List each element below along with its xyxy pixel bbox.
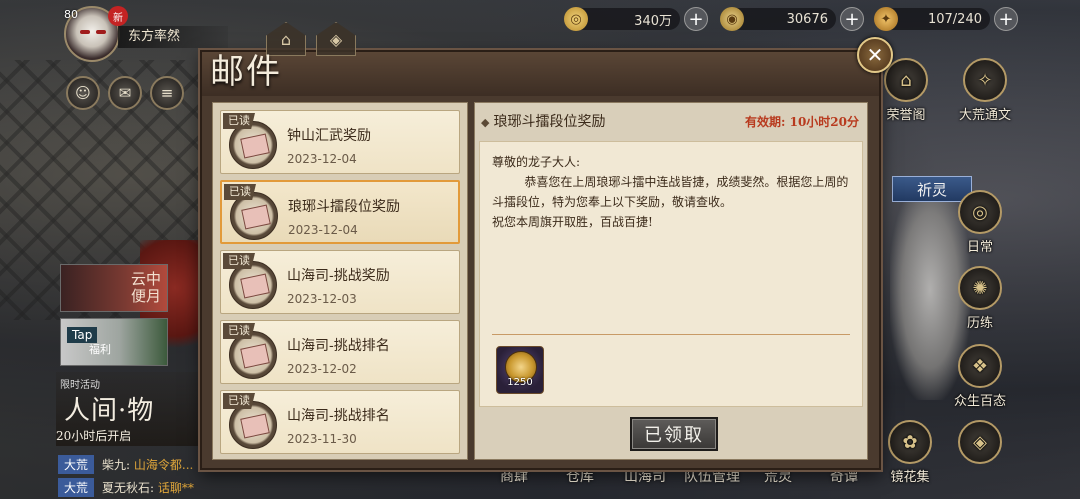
- eye-tab-icon[interactable]: ◈: [316, 22, 356, 56]
- mail-dialog: ⌂ ◈ 邮件 已读 钟山汇武奖励 2023-12-04 已读 琅琊斗擂段位奖励 …: [200, 22, 881, 470]
- dahuang-label: 大荒通文: [958, 108, 1011, 123]
- emblem-icon: ◈: [958, 420, 1002, 464]
- avatar-eye: [80, 30, 90, 34]
- resource-gem: 30676 ◉ +: [720, 6, 864, 32]
- chat-sender: 柴九:: [102, 457, 131, 472]
- resource-coin: 340万 ◎ +: [564, 6, 708, 32]
- mail-subject: 山海司-挑战奖励: [287, 268, 390, 284]
- training-label: 历练: [966, 316, 993, 331]
- mail-greeting: 尊敬的龙子大人:: [492, 155, 581, 169]
- avatar-eye: [96, 30, 106, 34]
- training-icon: ✺: [958, 266, 1002, 310]
- mail-subject: 山海司-挑战排名: [287, 338, 390, 354]
- read-badge: 已读: [223, 323, 255, 339]
- mail-list-item[interactable]: 已读 山海司-挑战奖励 2023-12-03: [220, 250, 460, 314]
- resource-stamina: 107/240 ✦ +: [874, 6, 1018, 32]
- mail-date: 2023-11-30: [287, 432, 357, 446]
- promo2-text: 福利: [89, 343, 111, 356]
- mail-list[interactable]: 已读 钟山汇武奖励 2023-12-04 已读 琅琊斗擂段位奖励 2023-12…: [212, 102, 468, 460]
- player-level: 80: [64, 8, 78, 21]
- gem-icon: ◉: [720, 7, 744, 31]
- chat-message: 山海令都...: [133, 457, 194, 472]
- diamond-icon: ◆: [481, 116, 490, 129]
- honor-label: 荣誉阁: [886, 108, 926, 123]
- mail-list-item-selected[interactable]: 已读 琅琊斗擂段位奖励 2023-12-04: [220, 180, 460, 244]
- mail-titlebar: ⌂ ◈ 邮件: [202, 22, 879, 96]
- chat-line[interactable]: 大荒 柴九: 山海令都...: [58, 454, 193, 474]
- add-gem-button[interactable]: +: [840, 7, 864, 31]
- mail-detail: ◆ 琅琊斗擂段位奖励 有效期: 10小时20分 尊敬的龙子大人: 恭喜您在上周琅琊…: [474, 102, 868, 460]
- envelope-icon: ✉: [118, 84, 132, 102]
- mail-list-item[interactable]: 已读 钟山汇武奖励 2023-12-04: [220, 110, 460, 174]
- read-badge: 已读: [223, 113, 255, 129]
- stamina-icon: ✦: [874, 7, 898, 31]
- chat-channel: 大荒: [58, 477, 95, 497]
- mail-subject: 山海司-挑战排名: [287, 408, 390, 424]
- mail-body: 尊敬的龙子大人: 恭喜您在上周琅琊斗擂中连战皆捷，成绩斐然。根据您上周的斗擂段位…: [479, 141, 863, 407]
- event-small-label: 限时活动: [60, 380, 100, 391]
- promo-banner-1[interactable]: 云中 便月: [60, 264, 168, 312]
- close-icon: ✕: [866, 43, 884, 67]
- scroll-icon: ✧: [963, 58, 1007, 102]
- divider: [492, 334, 850, 335]
- chat-sender: 夏无秋石:: [102, 480, 155, 495]
- chat-line[interactable]: 大荒 夏无秋石: 话聊**: [58, 477, 194, 497]
- friends-button[interactable]: ☺: [66, 76, 100, 110]
- add-coin-button[interactable]: +: [684, 7, 708, 31]
- mail-subject: 钟山汇武奖励: [287, 128, 371, 144]
- reward-quantity: 1250: [507, 377, 533, 388]
- detail-subject: 琅琊斗擂段位奖励: [493, 114, 606, 130]
- claimed-button[interactable]: 已领取: [630, 417, 718, 451]
- close-button[interactable]: ✕: [857, 37, 893, 73]
- mail-date: 2023-12-04: [288, 223, 358, 237]
- event-banner[interactable]: 限时活动 人间·物 20小时后开启: [56, 372, 204, 446]
- notes-button[interactable]: ≡: [150, 76, 184, 110]
- mirror-icon: ✿: [888, 420, 932, 464]
- training-button[interactable]: ✺ 历练: [950, 266, 1010, 331]
- honor-icon: ⌂: [884, 58, 928, 102]
- coin-icon: ◎: [564, 7, 588, 31]
- event-title: 人间·物: [64, 396, 155, 426]
- creatures-label: 众生百态: [953, 394, 1006, 409]
- mail-closing: 祝您本周旗开取胜，百战百捷!: [492, 215, 653, 229]
- add-stamina-button[interactable]: +: [994, 7, 1018, 31]
- validity-timer: 有效期: 10小时20分: [744, 115, 859, 129]
- mail-shortcut-button[interactable]: ✉: [108, 76, 142, 110]
- event-countdown: 20小时后开启: [56, 429, 132, 443]
- mail-list-item[interactable]: 已读 山海司-挑战排名 2023-12-02: [220, 320, 460, 384]
- reward-item[interactable]: 1250: [496, 346, 544, 394]
- person-icon: ☺: [75, 84, 91, 102]
- read-badge: 已读: [223, 393, 255, 409]
- dahuang-button[interactable]: ✧ 大荒通文: [952, 58, 1018, 123]
- daily-button[interactable]: ◎ 日常: [950, 190, 1010, 255]
- extra-menu-button[interactable]: ◈: [950, 420, 1010, 466]
- daily-label: 日常: [966, 240, 993, 255]
- flowers-label: 镜花集: [890, 470, 930, 485]
- cards-icon: ❖: [958, 344, 1002, 388]
- chat-message: 话聊**: [157, 480, 194, 495]
- flowers-button[interactable]: ✿ 镜花集: [880, 420, 940, 485]
- notes-icon: ≡: [160, 84, 174, 102]
- mail-subject: 琅琊斗擂段位奖励: [288, 199, 400, 215]
- promo-banner-2[interactable]: Tap 福利: [60, 318, 168, 366]
- new-badge: 新: [108, 6, 128, 26]
- promo1-text: 云中 便月: [130, 270, 161, 305]
- mail-paragraph: 恭喜您在上周琅琊斗擂中连战皆捷，成绩斐然。根据您上周的斗擂段位，特为您奉上以下奖…: [492, 175, 849, 209]
- daily-icon: ◎: [958, 190, 1002, 234]
- mail-date: 2023-12-02: [287, 362, 357, 376]
- read-badge: 已读: [223, 253, 255, 269]
- chat-channel: 大荒: [58, 454, 95, 474]
- mail-list-item[interactable]: 已读 山海司-挑战排名 2023-11-30: [220, 390, 460, 454]
- mail-title: 邮件: [210, 52, 282, 92]
- mail-date: 2023-12-04: [287, 152, 357, 166]
- creatures-button[interactable]: ❖ 众生百态: [944, 344, 1016, 409]
- mail-date: 2023-12-03: [287, 292, 357, 306]
- detail-header: ◆ 琅琊斗擂段位奖励: [481, 111, 605, 131]
- read-badge: 已读: [224, 184, 256, 200]
